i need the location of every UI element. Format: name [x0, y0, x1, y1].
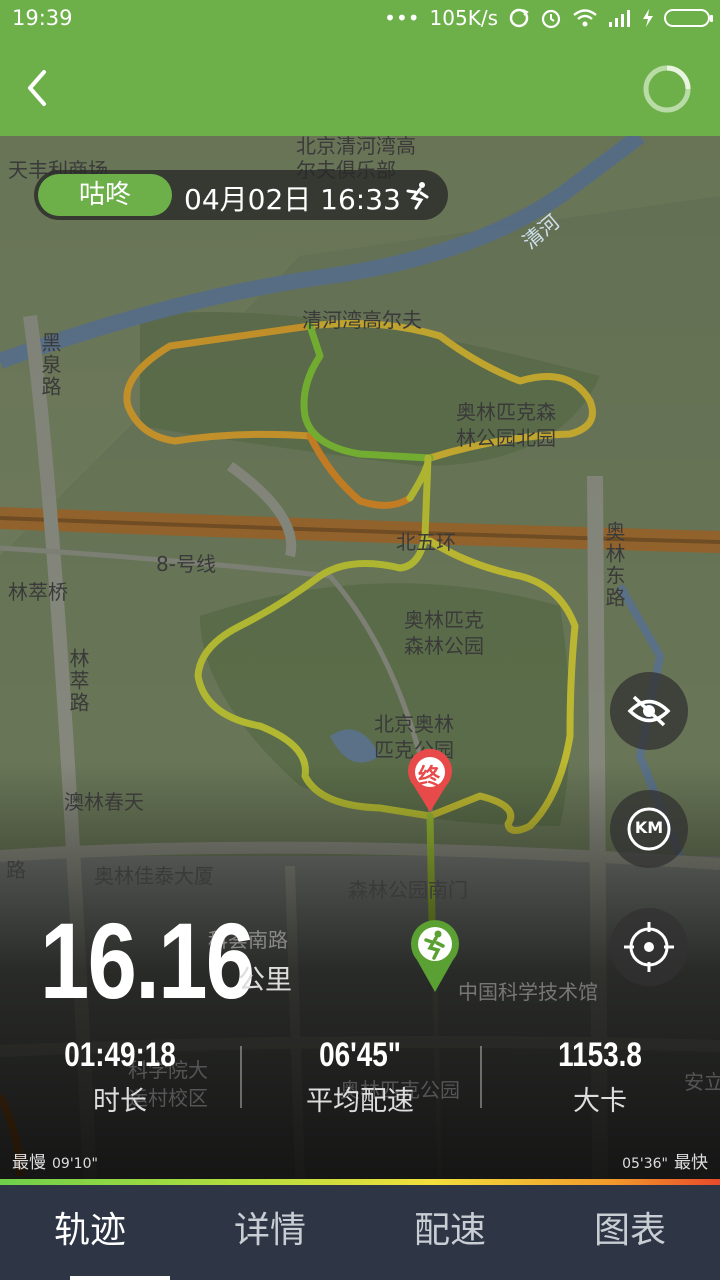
end-marker[interactable]: 终: [406, 748, 454, 814]
app-header: [0, 40, 720, 136]
running-pin-icon: [411, 920, 459, 992]
duration-stat: 01:49:18 时长: [0, 1036, 240, 1118]
loading-button[interactable]: [642, 64, 692, 114]
slow-label: 最慢: [12, 1153, 46, 1173]
calories-stat: 1153.8 大卡: [480, 1036, 720, 1118]
net-speed: 105K/s: [429, 6, 498, 30]
eye-off-icon: [627, 695, 671, 727]
end-marker-label: 终: [418, 765, 441, 790]
tab-track[interactable]: 轨迹: [0, 1185, 180, 1280]
record-datetime: 04月02日 16:33: [184, 183, 401, 216]
avg-pace-value: 06'45": [319, 1036, 401, 1074]
more-dots-icon: •••: [384, 6, 420, 30]
locate-button[interactable]: [610, 908, 688, 986]
map-label-olympic-forest-2: 森林公园: [404, 634, 484, 658]
distance-unit: 公里: [238, 965, 292, 996]
map-label-5th-ring: 北五环: [396, 530, 456, 554]
map-label-aolin-chuntian: 澳林春天: [64, 790, 144, 814]
map-label-sci-museum: 中国科学技术馆: [458, 980, 598, 1004]
map-label-heiquan-road: 黑泉路: [38, 332, 62, 398]
pace-stat: 06'45" 平均配速: [240, 1036, 480, 1118]
start-marker[interactable]: [408, 916, 462, 994]
map-shade: [0, 136, 720, 1180]
tab-bar: 轨迹 详情 配速 图表: [0, 1185, 720, 1280]
map-label-olympic-forest: 奥林匹克: [404, 608, 484, 632]
map-label-lincuiqiao: 林萃桥: [8, 580, 68, 604]
tab-pace[interactable]: 配速: [360, 1185, 540, 1280]
status-bar: 19:39 ••• 105K/s: [0, 0, 720, 40]
pace-legend-slow: 最慢 09'10": [12, 1148, 104, 1173]
record-header: 咕咚 04月02日 16:33: [34, 170, 448, 220]
signal-icon: [609, 10, 630, 27]
map-label-golf: 清河湾高尔夫: [302, 308, 422, 332]
chevron-left-icon: [28, 70, 46, 106]
duration-label: 时长: [93, 1086, 147, 1117]
calories-label: 大卡: [573, 1086, 627, 1117]
alarm-icon: [541, 9, 561, 29]
status-time: 19:39: [12, 6, 73, 30]
loading-ring-icon: [643, 65, 691, 113]
brand-badge: 咕咚: [38, 174, 172, 216]
map-label-aolin-east-road: 奥林东路: [602, 521, 626, 609]
slow-value: 09'10": [52, 1156, 98, 1172]
sync-icon: [509, 8, 529, 28]
fast-label: 最快: [674, 1153, 708, 1173]
map-label-road-fragment: 路: [6, 858, 26, 882]
wifi-icon: [573, 9, 597, 27]
map-label-aolin-jiatai: 奥林佳泰大厦: [94, 864, 214, 888]
back-button[interactable]: [14, 60, 70, 116]
duration-value: 01:49:18: [64, 1036, 176, 1074]
hide-route-button[interactable]: [610, 672, 688, 750]
map-label-olympic-north: 奥林匹克森: [456, 400, 556, 424]
distance-value: 16.16: [40, 900, 255, 1021]
fast-value: 05'36": [622, 1156, 668, 1172]
running-icon: [406, 182, 429, 210]
tab-details[interactable]: 详情: [180, 1185, 360, 1280]
map-label-bj-olympic: 北京奥林: [374, 712, 454, 736]
avg-pace-label: 平均配速: [306, 1086, 414, 1117]
route-map[interactable]: 天丰利商场 北京清河湾高 尔夫俱乐部 清河 清河湾高尔夫 黑泉路 奥林匹克森 林…: [0, 136, 720, 1180]
charging-icon: [643, 9, 653, 27]
battery-icon: [664, 9, 713, 27]
map-label-lincui-road: 林萃路: [66, 648, 90, 714]
status-icons: ••• 105K/s: [384, 6, 713, 30]
map-label-forest-south-gate: 森林公园南门: [348, 878, 468, 902]
tab-charts[interactable]: 图表: [540, 1185, 720, 1280]
calories-value: 1153.8: [558, 1036, 642, 1074]
km-markers-button[interactable]: KM: [610, 790, 688, 868]
map-label-line8: 8-号线: [156, 552, 216, 576]
pace-legend-fast: 05'36" 最快: [616, 1148, 708, 1173]
map-label-olympic-north-2: 林公园北园: [456, 426, 556, 450]
km-label: KM: [634, 818, 664, 837]
crosshair-icon: [624, 922, 674, 972]
